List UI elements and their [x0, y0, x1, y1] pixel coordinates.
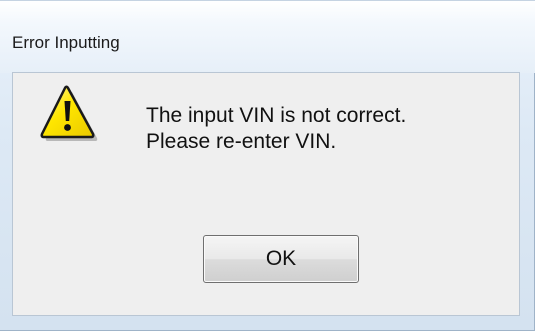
- title-bar[interactable]: Error Inputting: [0, 0, 535, 73]
- dialog-content: The input VIN is not correct. Please re-…: [12, 72, 520, 316]
- error-message: The input VIN is not correct. Please re-…: [146, 103, 406, 155]
- message-line-2: Please re-enter VIN.: [146, 130, 337, 153]
- dialog-title: Error Inputting: [12, 33, 120, 52]
- warning-icon: [40, 85, 98, 141]
- error-dialog-window: Error Inputting The input VIN is not cor…: [0, 0, 535, 331]
- ok-button[interactable]: OK: [203, 235, 359, 283]
- message-line-1: The input VIN is not correct.: [146, 104, 407, 127]
